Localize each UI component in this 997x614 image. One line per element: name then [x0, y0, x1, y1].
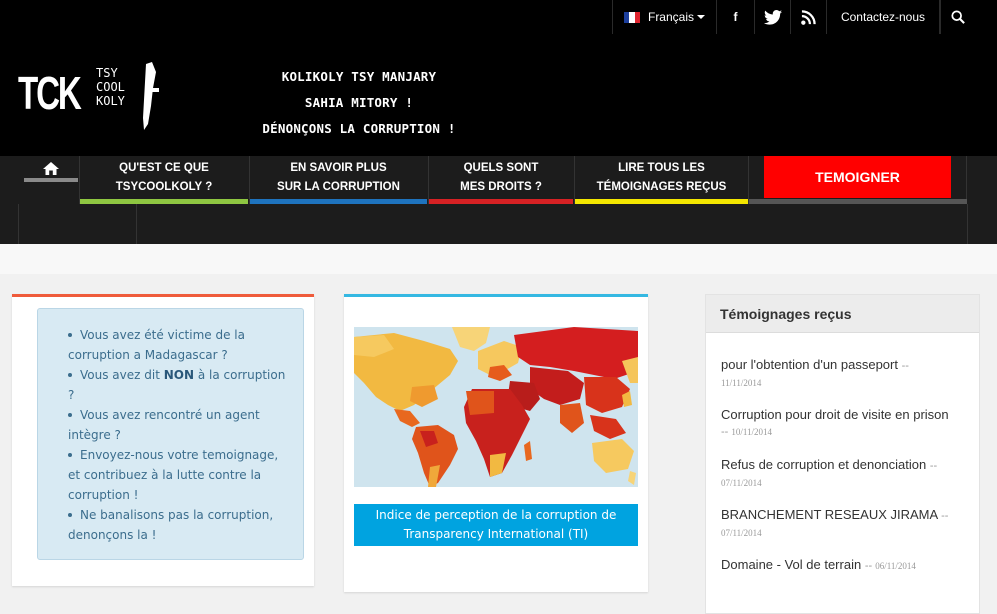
- top-bar: Français f Contactez-nous: [0, 0, 997, 34]
- intro-bullet: Vous avez été victime de la corruption a…: [68, 328, 245, 362]
- site-header: TCK TSY COOL KOLY KOLIKOLY TSY MANJARY S…: [0, 34, 997, 156]
- nav-item-testimonies[interactable]: LIRE TOUS LES TÉMOIGNAGES REÇUS: [574, 156, 748, 204]
- twitter-icon[interactable]: [754, 0, 790, 34]
- testimony-date: 07/11/2014: [721, 478, 762, 488]
- header-tagline: KOLIKOLY TSY MANJARY SAHIA MITORY ! DÉNO…: [262, 69, 456, 136]
- testimony-date: 06/11/2014: [875, 561, 916, 571]
- intro-card: Vous avez été victime de la corruption a…: [12, 294, 314, 586]
- testimony-item[interactable]: Corruption pour droit de visite en priso…: [721, 407, 971, 440]
- intro-bullet: Vous avez rencontré un agent intègre ?: [68, 408, 260, 442]
- testimony-title[interactable]: Corruption pour droit de visite en priso…: [721, 407, 949, 422]
- site-logo[interactable]: TCK TSY COOL KOLY: [18, 62, 168, 132]
- content-top-stripe: [0, 244, 997, 274]
- main-nav: QU'EST CE QUE TSYCOOLKOLY ? EN SAVOIR PLU…: [0, 156, 997, 204]
- intro-bullet: Envoyez-nous votre temoignage, et contri…: [68, 448, 279, 502]
- testimony-title[interactable]: Domaine - Vol de terrain: [721, 557, 861, 572]
- nav-item-learn-more[interactable]: EN SAVOIR PLUS SUR LA CORRUPTION: [249, 156, 427, 204]
- testimonies-title: Témoignages reçus: [706, 295, 979, 333]
- logo-text: TCK: [18, 67, 82, 119]
- nav-item-about[interactable]: QU'EST CE QUE TSYCOOLKOLY ?: [79, 156, 248, 204]
- corruption-world-map[interactable]: [354, 327, 638, 487]
- intro-bullet: Vous avez dit NON à la corruption ?: [68, 368, 286, 402]
- madagascar-logo-icon: [143, 62, 159, 130]
- testimony-item[interactable]: Refus de corruption et denonciation -- 0…: [721, 457, 971, 491]
- contact-link[interactable]: Contactez-nous: [826, 0, 940, 34]
- language-selector[interactable]: Français: [612, 0, 716, 34]
- search-icon[interactable]: [940, 0, 974, 34]
- testimony-title[interactable]: BRANCHEMENT RESEAUX JIRAMA: [721, 507, 937, 522]
- nav-item-rights[interactable]: QUELS SONT MES DROITS ?: [428, 156, 573, 204]
- logo-subtitle: TSY COOL KOLY: [96, 66, 125, 108]
- testimony-item[interactable]: BRANCHEMENT RESEAUX JIRAMA -- 07/11/2014: [721, 507, 971, 541]
- facebook-icon[interactable]: f: [716, 0, 754, 34]
- caret-down-icon: [697, 15, 705, 19]
- temoigner-button[interactable]: TEMOIGNER: [764, 156, 951, 198]
- testimony-date: 10/11/2014: [731, 427, 773, 437]
- intro-bullet: Ne banalisons pas la corruption, denonço…: [68, 508, 274, 542]
- rss-icon[interactable]: [790, 0, 826, 34]
- testimony-date: 07/11/2014: [721, 528, 762, 538]
- intro-callout: Vous avez été victime de la corruption a…: [37, 308, 304, 560]
- testimonies-widget: Témoignages reçus pour l'obtention d'un …: [705, 294, 980, 614]
- nav-home-indicator: [24, 178, 78, 182]
- home-icon: [43, 162, 59, 175]
- language-label: Français: [647, 10, 694, 24]
- testimony-date: 11/11/2014: [721, 378, 762, 388]
- testimony-item[interactable]: Domaine - Vol de terrain -- 06/11/2014: [721, 557, 971, 574]
- map-card: Indice de perception de la corruption de…: [344, 294, 648, 592]
- testimony-item[interactable]: pour l'obtention d'un passeport -- 11/11…: [721, 357, 971, 391]
- map-caption[interactable]: Indice de perception de la corruption de…: [354, 504, 638, 546]
- testimony-title[interactable]: pour l'obtention d'un passeport: [721, 357, 898, 372]
- sub-nav: [0, 204, 997, 244]
- testimony-title[interactable]: Refus de corruption et denonciation: [721, 457, 926, 472]
- french-flag-icon: [623, 11, 640, 23]
